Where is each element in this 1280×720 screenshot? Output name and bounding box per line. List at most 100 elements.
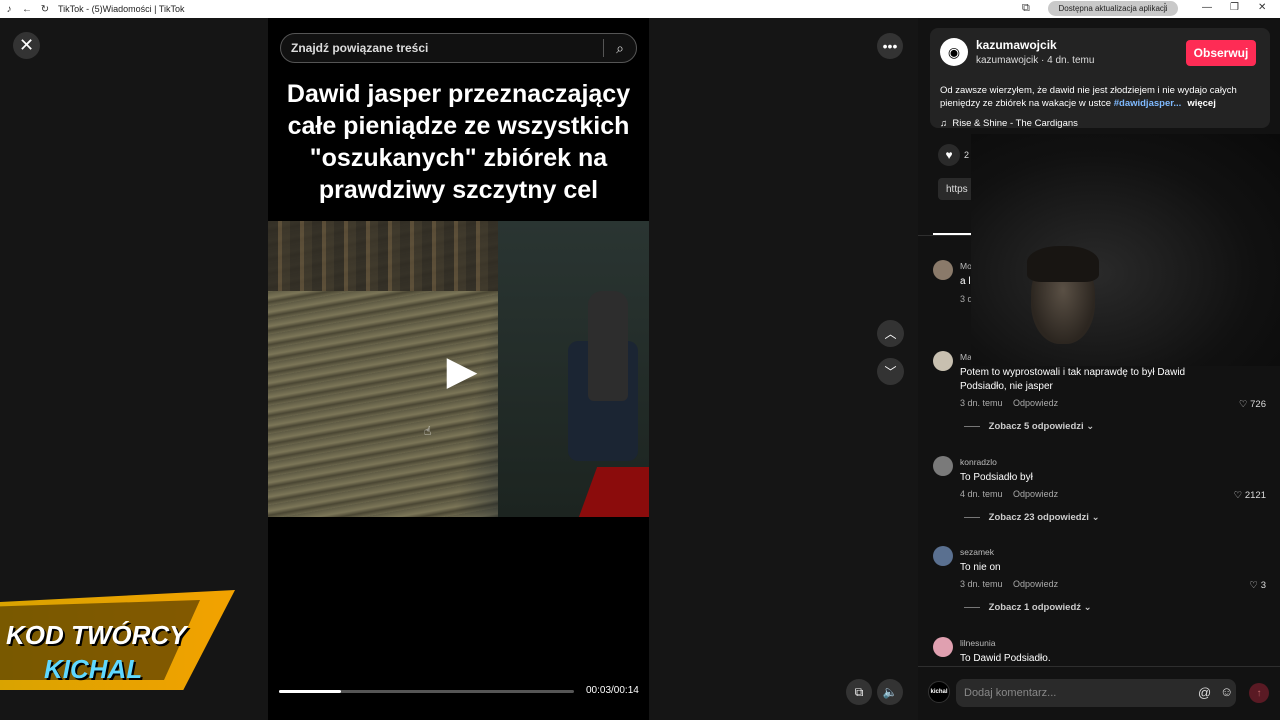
minimize-icon[interactable]: — [1202, 2, 1212, 13]
window-close-icon[interactable]: ✕ [1258, 2, 1266, 13]
comment-text: To nie on [960, 562, 1001, 573]
follow-button[interactable]: Obserwuj [1186, 40, 1256, 66]
comment-text: To Podsiadło był [960, 472, 1033, 483]
reload-icon[interactable]: ↻ [36, 4, 54, 15]
comment-avatar[interactable] [933, 637, 953, 657]
view-replies-button[interactable]: Zobacz 5 odpowiedzi ⌄ [964, 421, 1095, 432]
heart-outline-icon: ♡ [1238, 399, 1248, 410]
video-frame[interactable]: ▶ [268, 221, 649, 517]
more-link[interactable]: więcej [1187, 98, 1216, 109]
comment-item: konradzlo To Podsiadło był 4 dn. temu Od… [918, 456, 1280, 536]
promo-line1: KOD TWÓRCY [6, 620, 187, 650]
arrow-up-icon: ↑ [1256, 687, 1262, 699]
reply-link[interactable]: Odpowiedz [1013, 579, 1058, 589]
current-user-avatar[interactable]: kichal [928, 681, 950, 703]
chevron-up-icon: ︿ [884, 327, 897, 341]
comment-username[interactable]: konradzlo [960, 457, 997, 467]
promo-line2: KICHAL [44, 654, 143, 684]
like-button[interactable]: ♥ [938, 144, 960, 166]
video-caption: Dawid jasper przeznaczający całe pieniąd… [286, 80, 631, 204]
author-avatar[interactable]: ◉ [940, 38, 968, 66]
comment-like[interactable]: ♡ 2121 [1234, 490, 1266, 501]
mention-icon[interactable]: @ [1198, 685, 1211, 700]
send-comment-button[interactable]: ↑ [1249, 683, 1269, 703]
comment-time: 3 dn. temu [960, 398, 1003, 408]
author-card: ◉ kazumawojcik kazumawojcik · 4 dn. temu… [930, 28, 1270, 129]
comment-meta: 3 dn. temu Odpowiedz [960, 579, 1066, 589]
comment-avatar[interactable] [933, 351, 953, 371]
comment-text: To Dawid Podsiadło. [960, 653, 1051, 664]
next-video-button[interactable]: ﹀ [877, 358, 904, 385]
details-panel: ◉ kazumawojcik kazumawojcik · 4 dn. temu… [918, 18, 1280, 720]
browser-titlebar: ♪ ← ↻ TikTok - (5)Wiadomości | TikTok ⧉ … [0, 0, 1280, 18]
heart-icon: ♥ [945, 148, 953, 162]
chevron-down-icon: ⌄ [1086, 421, 1095, 432]
emoji-icon[interactable]: ☺ [1220, 684, 1233, 699]
comment-time: 3 dn. temu [960, 579, 1003, 589]
comment-input-bar: kichal Dodaj komentarz... @ ☺ ↑ [918, 666, 1280, 720]
tiktok-logo-icon: ♪ [6, 3, 12, 15]
person-scene [588, 291, 628, 401]
hashtag-link[interactable]: #dawidjasper... [1114, 98, 1182, 109]
window-title: TikTok - (5)Wiadomości | TikTok [58, 4, 185, 14]
play-icon[interactable]: ▶ [442, 349, 482, 393]
search-input[interactable]: Znajdź powiązane treści [281, 41, 603, 55]
video-player[interactable]: Znajdź powiązane treści ⌕ Dawid jasper p… [268, 18, 649, 720]
more-options-button[interactable]: ••• [877, 33, 903, 59]
close-icon: ✕ [18, 35, 35, 55]
volume-icon: 🔈 [882, 685, 898, 699]
author-handle[interactable]: kazumawojcik [976, 55, 1038, 66]
view-replies-button[interactable]: Zobacz 1 odpowiedź ⌄ [964, 602, 1092, 613]
comment-input[interactable]: Dodaj komentarz... [956, 679, 1236, 707]
related-search-bar[interactable]: Znajdź powiązane treści ⌕ [280, 33, 637, 63]
kebab-menu-icon[interactable]: ⋮ [1160, 2, 1170, 13]
chevron-down-icon: ﹀ [884, 365, 897, 379]
close-video-button[interactable]: ✕ [13, 32, 40, 59]
back-arrow-icon[interactable]: ← [18, 4, 36, 15]
update-badge[interactable]: Dostępna aktualizacja aplikacji [1048, 1, 1178, 16]
picture-in-picture-button[interactable]: ⧉ [846, 679, 872, 705]
comment-username[interactable]: lilnesunia [960, 638, 995, 648]
video-progress-fill [279, 690, 341, 693]
view-replies-button[interactable]: Zobacz 23 odpowiedzi ⌄ [964, 512, 1100, 523]
comment-like-count: 3 [1260, 580, 1266, 591]
heart-outline-icon: ♡ [1249, 580, 1259, 591]
like-count: 2 [964, 150, 970, 160]
comment-meta: 4 dn. temu Odpowiedz [960, 489, 1066, 499]
post-time: · 4 dn. temu [1041, 55, 1095, 66]
music-title[interactable]: Rise & Shine - The Cardigans [952, 118, 1078, 129]
video-time: 00:03/00:14 [586, 685, 639, 696]
view-replies-label: Zobacz 23 odpowiedzi [988, 512, 1089, 523]
mouse-cursor-icon: ☝ [424, 424, 432, 438]
picture-in-picture-icon: ⧉ [854, 684, 864, 699]
music-info[interactable]: ♫ Rise & Shine - The Cardigans [940, 118, 1078, 129]
search-icon[interactable]: ⌕ [604, 40, 636, 57]
comment-like-count: 726 [1250, 399, 1266, 410]
extensions-icon[interactable]: ⧉ [1022, 2, 1030, 15]
comment-meta: 3 dn. temu Odpowiedz [960, 398, 1066, 408]
comment-text: Potem to wyprostowali i tak naprawdę to … [960, 367, 1186, 392]
comment-avatar[interactable] [933, 546, 953, 566]
maximize-icon[interactable]: ❐ [1230, 2, 1239, 13]
comment-like[interactable]: ♡ 726 [1239, 399, 1266, 410]
more-icon: ••• [882, 38, 898, 54]
comment-like-count: 2121 [1244, 490, 1266, 501]
comment-username[interactable]: sezamek [960, 547, 994, 557]
creator-code-promo: KOD TWÓRCY KICHAL [0, 590, 235, 700]
webcam-overlay [971, 134, 1280, 366]
comment-avatar[interactable] [933, 260, 953, 280]
video-progress-bar[interactable] [279, 690, 574, 693]
video-description: Od zawsze wierzyłem, że dawid nie jest z… [940, 84, 1258, 110]
comment-item: lilnesunia To Dawid Podsiadło. [918, 637, 1280, 667]
comment-item: sezamek To nie on 3 dn. temu Odpowiedz ♡… [918, 546, 1280, 626]
volume-button[interactable]: 🔈 [877, 679, 903, 705]
author-display-name[interactable]: kazumawojcik [976, 38, 1057, 52]
heart-outline-icon: ♡ [1233, 490, 1243, 501]
reply-link[interactable]: Odpowiedz [1013, 489, 1058, 499]
comment-time: 4 dn. temu [960, 489, 1003, 499]
comment-avatar[interactable] [933, 456, 953, 476]
chevron-down-icon: ⌄ [1091, 512, 1100, 523]
reply-link[interactable]: Odpowiedz [1013, 398, 1058, 408]
comment-like[interactable]: ♡ 3 [1250, 580, 1266, 591]
previous-video-button[interactable]: ︿ [877, 320, 904, 347]
